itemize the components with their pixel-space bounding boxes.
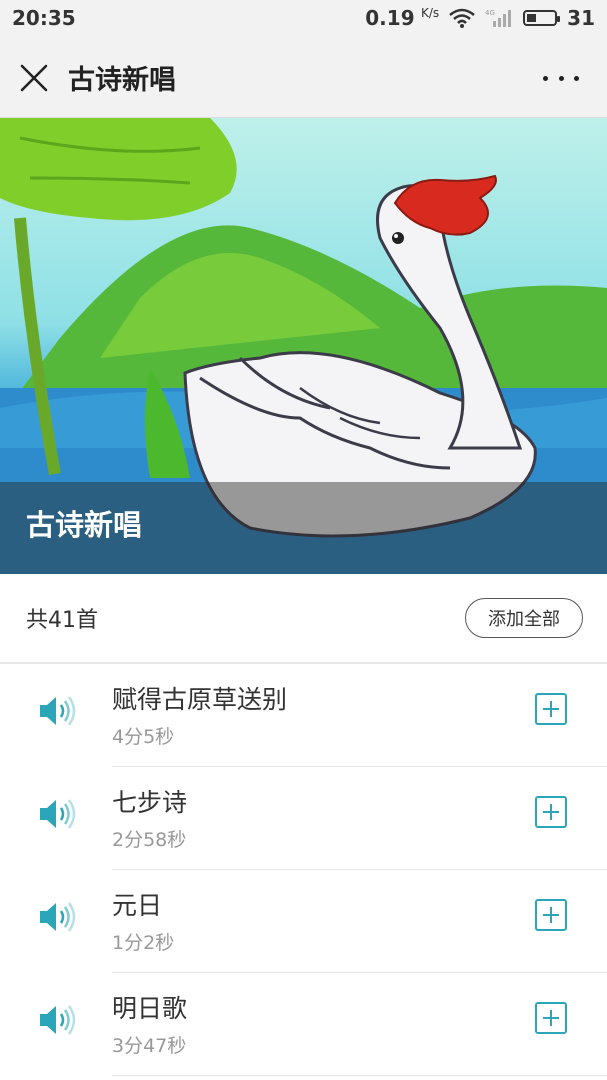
add-song-button[interactable]: [535, 796, 567, 828]
status-time: 20:35: [12, 6, 76, 30]
add-all-button[interactable]: 添加全部: [465, 598, 583, 638]
speaker-icon: [40, 902, 76, 932]
song-duration: 3分47秒: [112, 1035, 187, 1057]
title-bar: 古诗新唱: [0, 38, 607, 118]
song-title: 赋得古原草送别: [112, 685, 288, 714]
album-title: 古诗新唱: [26, 508, 143, 542]
speaker-icon: [40, 696, 76, 726]
net-speed-value: 0.19: [365, 6, 415, 30]
battery-level: 31: [567, 6, 595, 30]
status-right: 0.19 K/s 4G 31: [365, 6, 595, 30]
list-item[interactable]: 元日 1分2秒: [0, 870, 607, 973]
song-title: 元日: [112, 891, 163, 920]
add-song-button[interactable]: [535, 1002, 567, 1034]
song-list: 赋得古原草送别 4分5秒 七步诗 2分58秒 元日 1分2秒 明日歌 3分47秒: [0, 664, 607, 1076]
speaker-icon: [40, 1005, 76, 1035]
net-speed: 0.19 K/s: [365, 6, 439, 30]
cellular-signal-icon: 4G: [485, 9, 512, 27]
battery-icon: [523, 10, 561, 26]
song-duration: 1分2秒: [112, 932, 175, 954]
song-duration: 2分58秒: [112, 829, 187, 851]
page-title: 古诗新唱: [68, 65, 176, 96]
status-bar: 20:35 0.19 K/s 4G 31: [0, 0, 607, 38]
song-count: 共41首: [26, 608, 98, 633]
network-type-label: 4G: [485, 9, 495, 17]
playlist-summary: 共41首 添加全部: [0, 574, 607, 664]
divider: [112, 1075, 607, 1076]
add-song-button[interactable]: [535, 693, 567, 725]
album-cover-banner: 古诗新唱: [0, 118, 607, 574]
wifi-icon: [449, 8, 475, 28]
song-title: 明日歌: [112, 994, 188, 1023]
list-item[interactable]: 明日歌 3分47秒: [0, 973, 607, 1076]
list-item[interactable]: 七步诗 2分58秒: [0, 767, 607, 870]
song-duration: 4分5秒: [112, 726, 175, 748]
more-icon[interactable]: [543, 68, 579, 88]
speaker-icon: [40, 799, 76, 829]
close-icon[interactable]: [16, 60, 52, 96]
add-song-button[interactable]: [535, 899, 567, 931]
net-speed-unit: K/s: [420, 6, 440, 20]
song-title: 七步诗: [112, 788, 188, 817]
list-item[interactable]: 赋得古原草送别 4分5秒: [0, 664, 607, 767]
